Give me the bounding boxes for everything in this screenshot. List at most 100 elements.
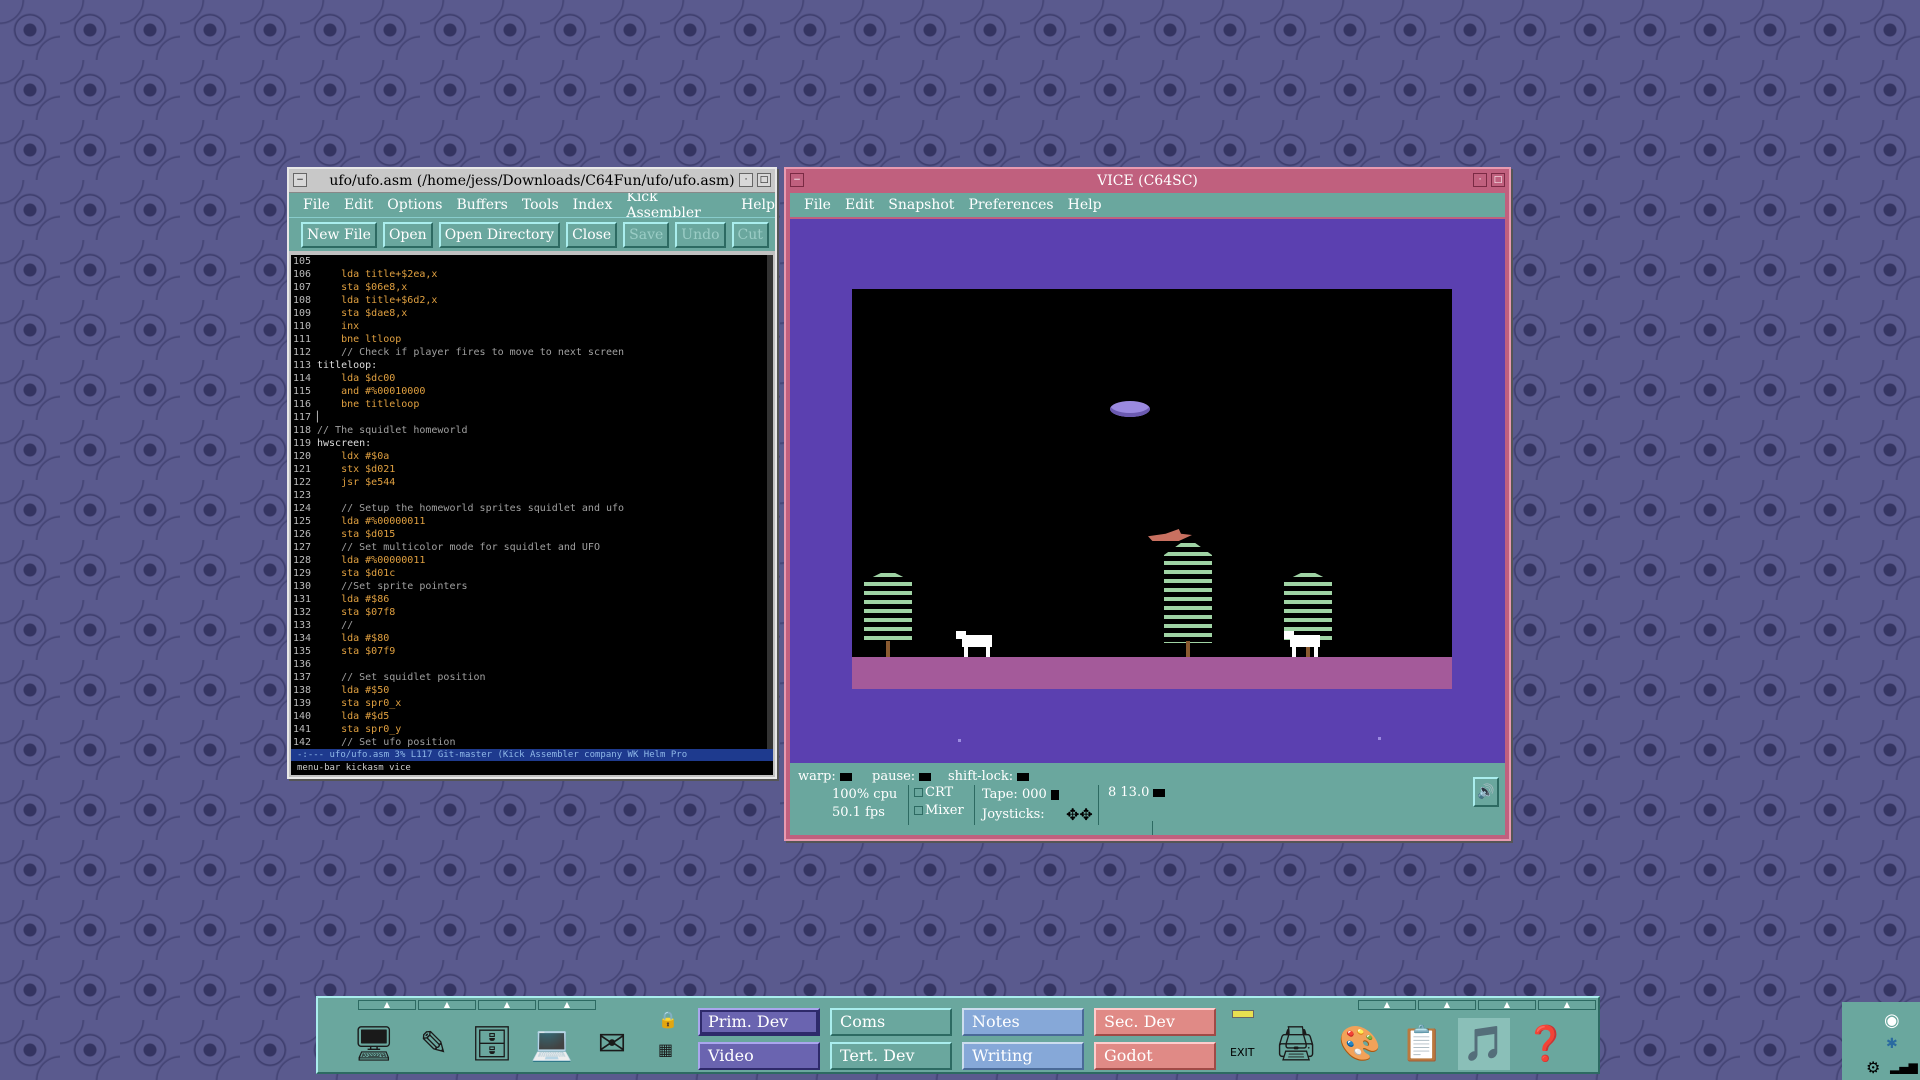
emacs-window[interactable]: − ufo/ufo.asm (/home/jess/Downloads/C64F… bbox=[287, 167, 777, 779]
code-line[interactable]: 138 lda #$50 bbox=[291, 684, 773, 697]
menu-snapshot[interactable]: Snapshot bbox=[888, 197, 954, 213]
workspace-sec-dev[interactable]: Sec. Dev bbox=[1094, 1008, 1216, 1036]
undo-button[interactable]: Undo bbox=[675, 221, 726, 248]
maximize-button[interactable]: □ bbox=[757, 173, 771, 187]
code-line[interactable]: 129 sta $d01c bbox=[291, 567, 773, 580]
workspace-notes[interactable]: Notes bbox=[962, 1008, 1084, 1036]
code-line[interactable]: 114 lda $dc00 bbox=[291, 372, 773, 385]
code-line[interactable]: 117 ▏ bbox=[291, 411, 773, 424]
code-line[interactable]: 113 titleloop: bbox=[291, 359, 773, 372]
panel-handle[interactable]: ▲ bbox=[538, 1000, 596, 1010]
c64-display[interactable] bbox=[790, 219, 1505, 763]
code-line[interactable]: 122 jsr $e544 bbox=[291, 476, 773, 489]
menu-buffers[interactable]: Buffers bbox=[456, 197, 507, 213]
menu-preferences[interactable]: Preferences bbox=[968, 197, 1053, 213]
workspace-tert-dev[interactable]: Tert. Dev bbox=[830, 1042, 952, 1070]
paint-icon[interactable]: 🎨 bbox=[1334, 1018, 1386, 1070]
tape-counter[interactable]: Tape: 000 bbox=[982, 787, 1059, 802]
text-editor-icon[interactable]: ✎ bbox=[408, 1018, 460, 1070]
pause-indicator[interactable]: pause: bbox=[872, 769, 932, 784]
code-line[interactable]: 111 bne ltloop bbox=[291, 333, 773, 346]
menu-edit[interactable]: Edit bbox=[845, 197, 874, 213]
code-line[interactable]: 124 // Setup the homeworld sprites squid… bbox=[291, 502, 773, 515]
help-icon[interactable]: ❓ bbox=[1520, 1018, 1572, 1070]
code-line[interactable]: 115 and #%00010000 bbox=[291, 385, 773, 398]
mail-icon[interactable]: ✉ bbox=[586, 1018, 638, 1070]
menu-help[interactable]: Help bbox=[741, 197, 775, 213]
panel-handle[interactable]: ▲ bbox=[418, 1000, 476, 1010]
save-button[interactable]: Save bbox=[623, 221, 670, 248]
menu-edit[interactable]: Edit bbox=[344, 197, 373, 213]
panel-handle[interactable]: ▲ bbox=[478, 1000, 536, 1010]
code-line[interactable]: 106 lda title+$2ea,x bbox=[291, 268, 773, 281]
code-line[interactable]: 120 ldx #$0a bbox=[291, 450, 773, 463]
code-line[interactable]: 107 sta $06e8,x bbox=[291, 281, 773, 294]
code-line[interactable]: 125 lda #%00000011 bbox=[291, 515, 773, 528]
code-line[interactable]: 126 sta $d015 bbox=[291, 528, 773, 541]
drive-status[interactable]: 8 13.0 bbox=[1108, 785, 1166, 800]
code-line[interactable]: 105 bbox=[291, 255, 773, 268]
code-line[interactable]: 140 lda #$d5 bbox=[291, 710, 773, 723]
code-line[interactable]: 121 stx $d021 bbox=[291, 463, 773, 476]
code-line[interactable]: 108 lda title+$6d2,x bbox=[291, 294, 773, 307]
menu-tools[interactable]: Tools bbox=[522, 197, 559, 213]
panel-handle[interactable]: ▲ bbox=[1478, 1000, 1536, 1010]
shift-lock-indicator[interactable]: shift-lock: bbox=[948, 769, 1030, 784]
workspace-prim-dev[interactable]: Prim. Dev bbox=[698, 1008, 820, 1036]
code-line[interactable]: 127 // Set multicolor mode for squidlet … bbox=[291, 541, 773, 554]
panel-handle[interactable]: ▲ bbox=[358, 1000, 416, 1010]
code-line[interactable]: 135 sta $07f9 bbox=[291, 645, 773, 658]
menu-kick-assembler[interactable]: Kick Assembler bbox=[626, 189, 727, 221]
panel-handle[interactable]: ▲ bbox=[1418, 1000, 1476, 1010]
file-manager-icon[interactable]: 🗄 bbox=[466, 1018, 518, 1070]
menu-file[interactable]: File bbox=[804, 197, 831, 213]
window-list-icon[interactable]: ▦ bbox=[658, 1040, 673, 1059]
volume-icon[interactable]: 🔊 bbox=[1473, 777, 1499, 807]
workspace-video[interactable]: Video bbox=[698, 1042, 820, 1070]
mixer-checkbox[interactable]: Mixer bbox=[914, 803, 964, 818]
code-line[interactable]: 131 lda #$86 bbox=[291, 593, 773, 606]
workspace-coms[interactable]: Coms bbox=[830, 1008, 952, 1036]
steam-icon[interactable]: ⚙ bbox=[1866, 1058, 1880, 1077]
printer-icon[interactable]: 🖨 bbox=[1270, 1018, 1322, 1070]
code-line[interactable]: 109 sta $dae8,x bbox=[291, 307, 773, 320]
code-line[interactable]: 134 lda #$80 bbox=[291, 632, 773, 645]
maximize-button[interactable]: □ bbox=[1491, 173, 1505, 187]
code-line[interactable]: 128 lda #%00000011 bbox=[291, 554, 773, 567]
warp-indicator[interactable]: warp: bbox=[798, 769, 852, 784]
code-line[interactable]: 112 // Check if player fires to move to … bbox=[291, 346, 773, 359]
minibuffer[interactable]: menu-bar kickasm vice bbox=[291, 761, 773, 775]
emacs-titlebar[interactable]: − ufo/ufo.asm (/home/jess/Downloads/C64F… bbox=[289, 169, 775, 193]
panel-handle[interactable]: ▲ bbox=[1538, 1000, 1596, 1010]
open-directory-button[interactable]: Open Directory bbox=[438, 221, 561, 248]
media-icon[interactable]: 🎵 bbox=[1458, 1018, 1510, 1070]
computer-icon[interactable]: 💻 bbox=[526, 1018, 578, 1070]
workspace-godot[interactable]: Godot bbox=[1094, 1042, 1216, 1070]
window-menu-button[interactable]: − bbox=[293, 173, 307, 187]
menu-options[interactable]: Options bbox=[387, 197, 442, 213]
code-line[interactable]: 142 // Set ufo position bbox=[291, 736, 773, 749]
window-menu-button[interactable]: − bbox=[790, 173, 804, 187]
menu-file[interactable]: File bbox=[303, 197, 330, 213]
code-line[interactable]: 119 hwscreen: bbox=[291, 437, 773, 450]
code-line[interactable]: 133 // bbox=[291, 619, 773, 632]
open-button[interactable]: Open bbox=[382, 221, 433, 248]
code-line[interactable]: 118 // The squidlet homeworld bbox=[291, 424, 773, 437]
workspace-writing[interactable]: Writing bbox=[962, 1042, 1084, 1070]
vice-titlebar[interactable]: − VICE (C64SC) · □ bbox=[786, 169, 1509, 193]
joystick-icon[interactable]: ✥✥ bbox=[1066, 805, 1093, 824]
vice-window[interactable]: − VICE (C64SC) · □ File Edit Snapshot Prefe… bbox=[784, 167, 1511, 841]
code-editor[interactable]: 105 106 lda title+$2ea,x 107 sta $06e8,x 10… bbox=[291, 255, 773, 749]
code-line[interactable]: 137 // Set squidlet position bbox=[291, 671, 773, 684]
panel-handle[interactable]: ▲ bbox=[1358, 1000, 1416, 1010]
close-button[interactable]: Close bbox=[566, 221, 618, 248]
cut-button[interactable]: Cut bbox=[731, 221, 769, 248]
new-file-button[interactable]: New File bbox=[301, 221, 377, 248]
code-line[interactable]: 132 sta $07f8 bbox=[291, 606, 773, 619]
discord-icon[interactable]: ◉ bbox=[1884, 1010, 1900, 1031]
lock-icon[interactable]: 🔒 bbox=[658, 1010, 678, 1029]
code-line[interactable]: 110 inx bbox=[291, 320, 773, 333]
code-line[interactable]: 123 bbox=[291, 489, 773, 502]
exit-button[interactable]: EXIT bbox=[1230, 1046, 1254, 1059]
minimize-button[interactable]: · bbox=[739, 173, 753, 187]
